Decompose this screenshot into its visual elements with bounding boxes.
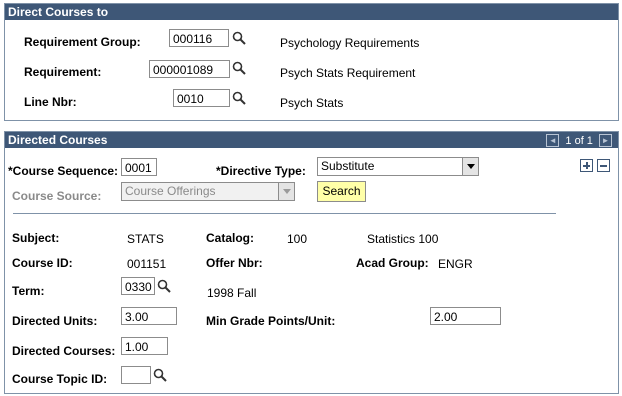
requirement-group-input[interactable]: 000116 (169, 29, 229, 47)
directive-type-label: *Directive Type: (216, 164, 306, 178)
last-arrow-icon[interactable]: ► (599, 134, 612, 147)
row-nav: ◄ 1 of 1 ► (546, 134, 612, 147)
course-topic-input[interactable] (121, 366, 151, 384)
catalog-label: Catalog: (206, 231, 254, 245)
divider (13, 213, 556, 214)
row-count: 1 of 1 (565, 134, 593, 147)
lookup-icon[interactable] (232, 61, 246, 75)
course-sequence-label: *Course Sequence: (8, 164, 119, 178)
acad-group-label: Acad Group: (356, 256, 429, 270)
subject-value: STATS (127, 232, 164, 246)
course-source-value: Course Offerings (125, 184, 216, 198)
requirement-label: Requirement: (24, 65, 102, 79)
subject-label: Subject: (12, 231, 60, 245)
directed-units-input[interactable]: 3.00 (121, 307, 177, 325)
course-sequence-input[interactable]: 0001 (121, 158, 157, 176)
offer-nbr-label: Offer Nbr: (206, 256, 263, 270)
term-desc: 1998 Fall (207, 286, 257, 300)
lookup-icon[interactable] (153, 368, 167, 382)
acad-group-value: ENGR (438, 257, 473, 271)
course-id-label: Course ID: (12, 256, 73, 270)
course-source-label: Course Source: (12, 189, 102, 203)
first-arrow-icon[interactable]: ◄ (546, 134, 560, 147)
add-row-icon[interactable] (580, 159, 593, 172)
requirement-group-desc: Psychology Requirements (280, 36, 420, 50)
panel-title: Directed Courses (5, 132, 618, 148)
course-id-value: 001151 (127, 257, 167, 271)
directive-type-value: Substitute (321, 159, 375, 173)
min-grade-input[interactable]: 2.00 (430, 307, 501, 325)
lookup-icon[interactable] (232, 91, 246, 105)
requirement-input[interactable]: 000001089 (149, 60, 230, 78)
direct-courses-panel: Direct Courses to Requirement Group: 000… (4, 3, 619, 121)
dropdown-arrow-icon[interactable] (462, 158, 478, 175)
min-grade-label: Min Grade Points/Unit: (206, 314, 336, 328)
lookup-icon[interactable] (157, 279, 171, 293)
requirement-group-label: Requirement Group: (24, 35, 141, 49)
term-label: Term: (12, 284, 45, 298)
dropdown-arrow-icon (278, 183, 294, 200)
line-nbr-label: Line Nbr: (24, 95, 77, 109)
directed-courses-input[interactable]: 1.00 (121, 337, 168, 355)
catalog-desc: Statistics 100 (367, 232, 439, 246)
directed-courses-label: Directed Courses: (12, 344, 116, 358)
search-button[interactable]: Search (317, 181, 366, 202)
directive-type-select[interactable]: Substitute (317, 157, 479, 176)
course-source-select: Course Offerings (121, 182, 295, 201)
term-input[interactable]: 0330 (121, 277, 155, 295)
line-nbr-input[interactable]: 0010 (173, 89, 230, 107)
directed-courses-panel: Directed Courses ◄ 1 of 1 ► *Course Sequ… (4, 131, 619, 394)
catalog-value: 100 (287, 232, 308, 246)
panel-title: Direct Courses to (5, 4, 618, 20)
lookup-icon[interactable] (232, 31, 246, 45)
course-topic-label: Course Topic ID: (12, 372, 108, 386)
line-nbr-desc: Psych Stats (280, 96, 344, 110)
requirement-desc: Psych Stats Requirement (280, 66, 416, 80)
delete-row-icon[interactable] (597, 159, 610, 172)
directed-units-label: Directed Units: (12, 314, 98, 328)
